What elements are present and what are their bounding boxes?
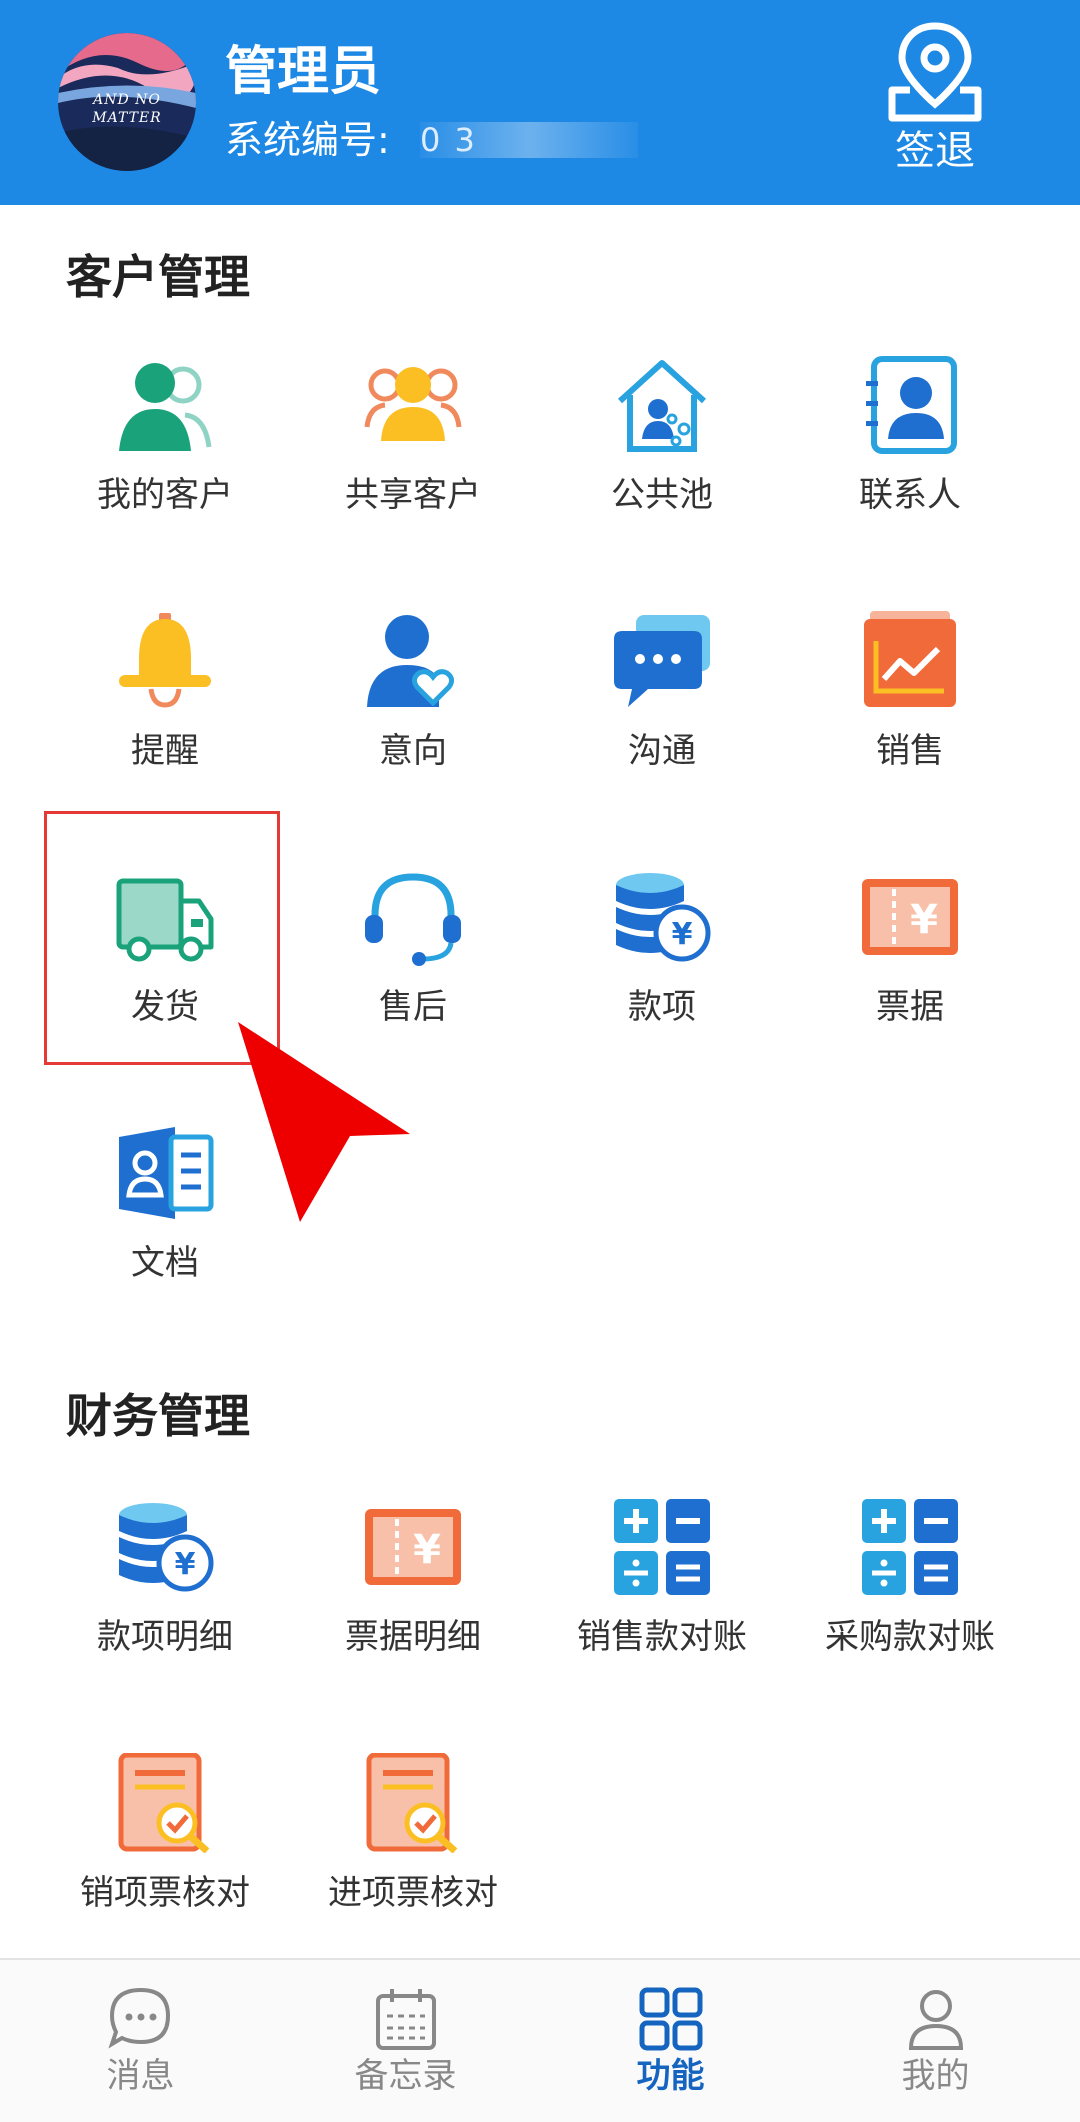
header-bar: AND NO MATTER 管理员 系统编号: 0 3 签退 xyxy=(0,0,1080,205)
headset-icon xyxy=(365,873,461,966)
coins-yen-icon: ¥ xyxy=(119,1503,214,1592)
signout-button[interactable]: 签退 xyxy=(880,18,990,188)
tile-label: 销售款对账 xyxy=(577,1617,747,1657)
tile-shared-customers[interactable]: 共享客户 xyxy=(293,355,533,585)
tile-payment-details[interactable]: ¥ 款项明细 xyxy=(45,1497,285,1727)
invoice-check-icon xyxy=(366,1753,458,1853)
tile-reminder[interactable]: 提醒 xyxy=(45,611,285,841)
section-title-finance: 财务管理 xyxy=(66,1389,250,1443)
tile-output-invoice-check[interactable]: 销项票核对 xyxy=(45,1753,285,1983)
tile-after-sales[interactable]: 售后 xyxy=(293,867,533,1097)
svg-text:¥: ¥ xyxy=(413,1527,441,1573)
tile-label: 销项票核对 xyxy=(80,1873,250,1913)
tile-sales[interactable]: 销售 xyxy=(790,611,1030,841)
tile-label: 联系人 xyxy=(859,475,961,515)
bottom-nav: 消息 备忘录 功能 我的 xyxy=(0,1958,1080,2122)
tile-payments[interactable]: ¥ 款项 xyxy=(542,867,782,1097)
svg-text:¥: ¥ xyxy=(910,897,938,943)
invoice-check-icon xyxy=(118,1753,210,1853)
shared-customers-icon xyxy=(364,367,462,441)
tile-purchase-reconciliation[interactable]: 采购款对账 xyxy=(790,1497,1030,1727)
sales-chart-icon xyxy=(864,611,956,707)
tile-input-invoice-check[interactable]: 进项票核对 xyxy=(293,1753,533,1983)
tile-label: 公共池 xyxy=(611,475,713,515)
bill-icon: ¥ xyxy=(862,879,958,955)
tile-my-customers[interactable]: 我的客户 xyxy=(45,355,285,585)
tile-sales-reconciliation[interactable]: 销售款对账 xyxy=(542,1497,782,1727)
tile-label: 票据明细 xyxy=(345,1617,481,1657)
tile-label: 款项明细 xyxy=(97,1617,233,1657)
nav-label: 备忘录 xyxy=(354,2056,457,2096)
calculator-icon xyxy=(614,1499,710,1595)
svg-text:¥: ¥ xyxy=(175,1547,196,1582)
tile-label: 沟通 xyxy=(628,731,696,771)
tile-label: 款项 xyxy=(628,987,696,1027)
tile-label: 采购款对账 xyxy=(825,1617,995,1657)
signout-label: 签退 xyxy=(895,128,975,174)
person-icon xyxy=(908,1990,964,2050)
bell-icon xyxy=(119,613,211,708)
nav-label: 消息 xyxy=(106,2056,175,2096)
tile-label: 意向 xyxy=(379,731,447,771)
svg-text:¥: ¥ xyxy=(672,917,693,952)
tile-communication[interactable]: 沟通 xyxy=(542,611,782,841)
tile-label: 我的客户 xyxy=(97,475,233,515)
document-icon xyxy=(119,1127,214,1219)
tile-label: 销售 xyxy=(876,731,944,771)
location-pin-icon xyxy=(888,22,982,122)
my-customers-icon xyxy=(119,363,212,451)
intention-icon xyxy=(367,615,455,707)
nav-profile[interactable]: 我的 xyxy=(803,1960,1068,2122)
tile-contacts[interactable]: 联系人 xyxy=(790,355,1030,585)
system-id-label: 系统编号: xyxy=(225,118,390,162)
avatar[interactable]: AND NO MATTER xyxy=(58,33,196,171)
tile-label: 文档 xyxy=(131,1243,199,1283)
admin-name: 管理员 xyxy=(225,42,382,102)
nav-label: 我的 xyxy=(901,2056,970,2096)
avatar-text: AND NO MATTER xyxy=(92,92,162,126)
calendar-icon xyxy=(376,1989,436,2050)
tile-intention[interactable]: 意向 xyxy=(293,611,533,841)
section-title-customer: 客户管理 xyxy=(66,250,250,304)
nav-functions[interactable]: 功能 xyxy=(538,1960,803,2122)
chat-icon xyxy=(614,615,710,707)
tile-label: 提醒 xyxy=(131,731,199,771)
tile-documents[interactable]: 文档 xyxy=(45,1123,285,1353)
coins-yen-icon: ¥ xyxy=(616,873,711,962)
public-pool-icon xyxy=(617,360,707,452)
tile-public-pool[interactable]: 公共池 xyxy=(542,355,782,585)
tile-label: 进项票核对 xyxy=(328,1873,498,1913)
system-id-value: 0 3 xyxy=(420,122,638,158)
tile-bills[interactable]: ¥ 票据 xyxy=(790,867,1030,1097)
nav-messages[interactable]: 消息 xyxy=(8,1960,273,2122)
tile-label: 共享客户 xyxy=(345,475,481,515)
tile-bill-details[interactable]: ¥ 票据明细 xyxy=(293,1497,533,1727)
nav-label: 功能 xyxy=(636,2056,705,2096)
contacts-icon xyxy=(866,356,957,454)
tile-label: 票据 xyxy=(876,987,944,1027)
tile-label: 售后 xyxy=(379,987,447,1027)
nav-memo[interactable]: 备忘录 xyxy=(273,1960,538,2122)
calculator-icon xyxy=(862,1499,958,1595)
highlight-box xyxy=(44,811,280,1065)
bill-icon: ¥ xyxy=(365,1509,461,1585)
message-icon xyxy=(108,1987,171,2049)
grid-icon xyxy=(639,1987,703,2051)
